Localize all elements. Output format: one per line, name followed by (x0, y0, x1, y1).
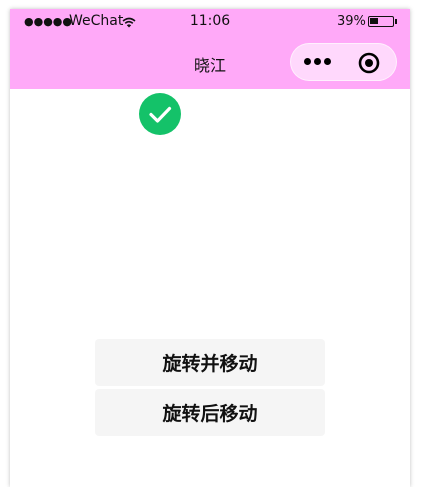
battery-icon (368, 16, 394, 27)
status-bar: ●●●●● WeChat 11:06 39% (10, 9, 410, 36)
rotate-then-move-button[interactable]: 旋转后移动 (95, 389, 325, 436)
battery-level-fill (370, 18, 378, 24)
battery-percent: 39% (337, 14, 366, 29)
menu-capsule (290, 43, 397, 81)
more-dots-icon[interactable] (304, 54, 334, 70)
navigation-bar: 晓江 (10, 36, 410, 89)
page-content: 旋转并移动 旋转后移动 (10, 89, 410, 487)
phone-frame: ●●●●● WeChat 11:06 39% 晓江 旋转并移动 旋转后移动 (10, 9, 410, 487)
target-close-icon[interactable] (358, 52, 380, 74)
battery-cap (395, 19, 397, 24)
rotate-and-move-button[interactable]: 旋转并移动 (95, 339, 325, 386)
success-check-icon (139, 93, 181, 135)
